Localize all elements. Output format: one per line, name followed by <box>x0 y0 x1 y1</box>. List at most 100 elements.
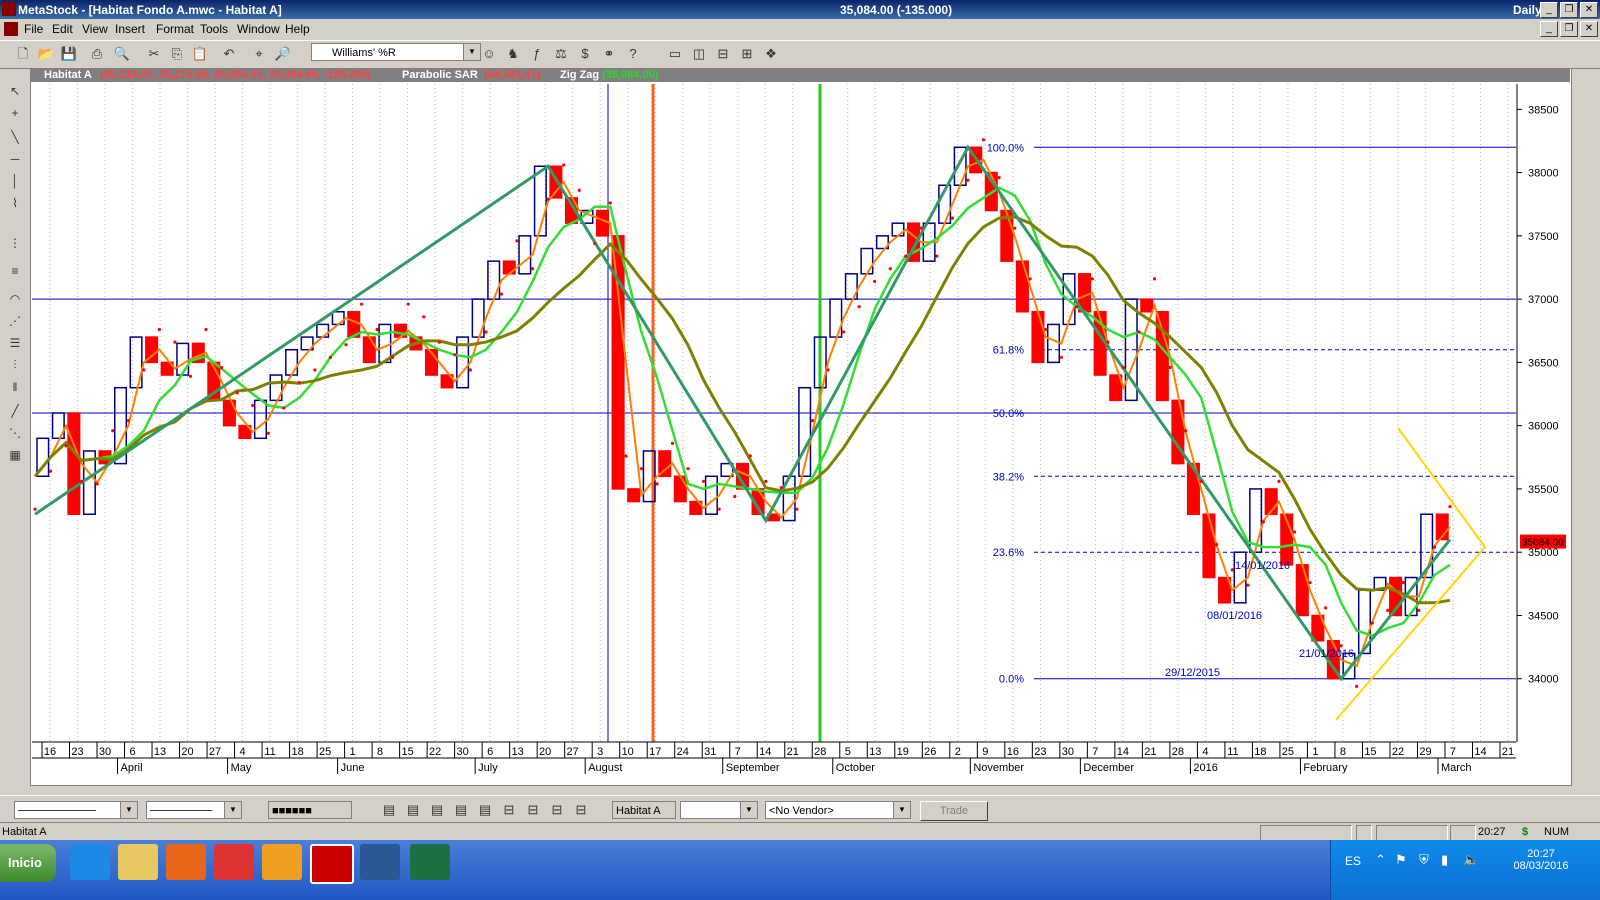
menu-tools[interactable]: Tools <box>200 22 228 36</box>
excel-icon[interactable] <box>410 844 450 880</box>
chevron-down-icon[interactable]: ▼ <box>463 44 480 60</box>
clock[interactable]: 20:27 08/03/2016 <box>1501 848 1581 872</box>
clock-date: 08/03/2016 <box>1513 860 1569 872</box>
chart-style-icon[interactable]: ▤ <box>476 801 494 819</box>
start-button[interactable]: Inicio <box>0 844 56 882</box>
zoom-icon[interactable]: 🔎 <box>274 45 292 63</box>
zigzag-tool-icon[interactable]: ⌇ <box>6 194 24 212</box>
restore-icon[interactable]: ❐ <box>1560 2 1578 18</box>
status-pane <box>1356 825 1372 841</box>
word-icon[interactable] <box>360 844 400 880</box>
language-indicator[interactable]: ES <box>1345 854 1361 868</box>
system-tester-icon[interactable]: ⚖ <box>552 45 570 63</box>
main-toolbar: 🗋 📂 💾 ⎙ 🔍 ✂ ⎘ 📋 ↶ ⌖ 🔎 ☺ ♞ ƒ ⚖ $ ⚭ ? ▭ ◫ … <box>0 40 1600 69</box>
formula-icon[interactable]: ƒ <box>528 45 546 63</box>
grid-tool-icon[interactable]: ▦ <box>6 446 24 464</box>
tile-vertical-icon[interactable]: ◫ <box>690 45 708 63</box>
minimize-icon[interactable]: _ <box>1540 2 1558 18</box>
pointer-icon[interactable]: ↖ <box>6 82 24 100</box>
chart-style-icon[interactable]: ▤ <box>428 801 446 819</box>
layout-icon[interactable]: ⊟ <box>572 801 590 819</box>
vendor-select-value: <No Vendor> <box>769 805 834 817</box>
text-tool-icon[interactable]: ╱ <box>6 402 24 420</box>
chevron-down-icon[interactable]: ▼ <box>740 802 757 818</box>
undo-icon[interactable]: ↶ <box>220 45 238 63</box>
line-style-select[interactable]: ────────── ▼ <box>14 801 138 819</box>
menu-insert[interactable]: Insert <box>115 22 145 36</box>
tile-grid-icon[interactable]: ⊞ <box>738 45 756 63</box>
chart-style-icon[interactable]: ▤ <box>404 801 422 819</box>
trendline-icon[interactable]: ╲ <box>6 128 24 146</box>
menu-window[interactable]: Window <box>237 22 280 36</box>
security-select[interactable]: Habitat A <box>612 801 676 819</box>
chart-window[interactable] <box>30 68 1572 786</box>
gann-fan-icon[interactable]: ⋱ <box>6 424 24 442</box>
speed-lines-icon[interactable]: ⫶ <box>6 356 24 374</box>
cut-icon[interactable]: ✂ <box>145 45 163 63</box>
vendor-select[interactable]: <No Vendor> ▼ <box>765 801 911 819</box>
menu-format[interactable]: Format <box>156 22 194 36</box>
cross-icon[interactable]: + <box>6 104 24 122</box>
layout-icon[interactable]: ⊟ <box>548 801 566 819</box>
new-icon[interactable]: 🗋 <box>14 45 32 63</box>
help-pointer-icon[interactable]: ? <box>624 45 642 63</box>
crosshair-icon[interactable]: ⌖ <box>250 45 268 63</box>
binoculars-icon[interactable]: ⚭ <box>600 45 618 63</box>
save-icon[interactable]: 💾 <box>60 45 78 63</box>
chevron-down-icon[interactable]: ▼ <box>893 802 910 818</box>
metastock-app-icon[interactable] <box>2 2 16 16</box>
volume-icon[interactable]: 🔈 <box>1463 852 1479 868</box>
media-player-icon[interactable] <box>262 844 302 880</box>
explorer-icon[interactable]: ♞ <box>504 45 522 63</box>
window-layout-icon[interactable]: ▭ <box>666 45 684 63</box>
flag-icon[interactable]: ⚑ <box>1395 852 1407 868</box>
chart-style-icon[interactable]: ▤ <box>380 801 398 819</box>
child-close-icon[interactable]: ✕ <box>1580 21 1598 37</box>
chevron-down-icon[interactable]: ▼ <box>224 802 241 818</box>
expert-advisor-icon[interactable]: ☺ <box>480 45 498 63</box>
firefox-icon[interactable] <box>166 844 206 880</box>
horizontal-line-icon[interactable]: ─ <box>6 150 24 168</box>
color-palette[interactable]: ■■■■■■ <box>268 801 352 819</box>
layout-icon[interactable]: ⊟ <box>500 801 518 819</box>
vertical-line-icon[interactable]: │ <box>6 172 24 190</box>
layout-icon[interactable]: ⊟ <box>524 801 542 819</box>
cycle-lines-icon[interactable]: ⋮ <box>6 234 24 252</box>
child-restore-icon[interactable]: ❐ <box>1560 21 1578 37</box>
time-zones-icon[interactable]: ‖ <box>6 378 24 396</box>
chart-style-icon[interactable]: ▤ <box>452 801 470 819</box>
folder-icon[interactable] <box>118 844 158 880</box>
channel-icon[interactable]: ≡ <box>6 262 24 280</box>
internet-explorer-icon[interactable] <box>70 844 110 880</box>
chevron-down-icon[interactable]: ▼ <box>120 802 137 818</box>
tile-horizontal-icon[interactable]: ⊟ <box>714 45 732 63</box>
fibonacci-retracement-icon[interactable]: ☰ <box>6 334 24 352</box>
print-icon[interactable]: ⎙ <box>88 45 106 63</box>
menu-file[interactable]: File <box>24 22 43 36</box>
copy-icon[interactable]: ⎘ <box>168 45 186 63</box>
menu-help[interactable]: Help <box>285 22 310 36</box>
trade-button[interactable]: Trade <box>920 801 988 821</box>
menu-edit[interactable]: Edit <box>52 22 73 36</box>
indicator-select[interactable]: Williams' %R ▼ <box>311 43 481 61</box>
periodicity-label[interactable]: Daily <box>1513 3 1542 17</box>
document-icon[interactable] <box>4 22 18 36</box>
periodicity-select[interactable]: ▼ <box>680 801 758 819</box>
open-icon[interactable]: 📂 <box>37 45 55 63</box>
metastock-taskbar-icon[interactable] <box>310 844 354 884</box>
arc-icon[interactable]: ◠ <box>6 290 24 308</box>
dollar-icon[interactable]: $ <box>576 45 594 63</box>
chrome-icon[interactable] <box>214 844 254 880</box>
network-icon[interactable]: ▮ <box>1441 852 1448 868</box>
print-preview-icon[interactable]: 🔍 <box>113 45 131 63</box>
security-icon[interactable]: ⛨ <box>1419 852 1429 868</box>
line-weight-select[interactable]: ──────── ▼ <box>146 801 242 819</box>
status-num: NUM <box>1544 826 1570 838</box>
fan-icon[interactable]: ⋰ <box>6 312 24 330</box>
arrange-icon[interactable]: ❖ <box>762 45 780 63</box>
tray-arrow-icon[interactable]: ⌃ <box>1375 852 1386 868</box>
child-minimize-icon[interactable]: _ <box>1540 21 1558 37</box>
close-icon[interactable]: ✕ <box>1580 2 1598 18</box>
menu-view[interactable]: View <box>82 22 108 36</box>
paste-icon[interactable]: 📋 <box>191 45 209 63</box>
